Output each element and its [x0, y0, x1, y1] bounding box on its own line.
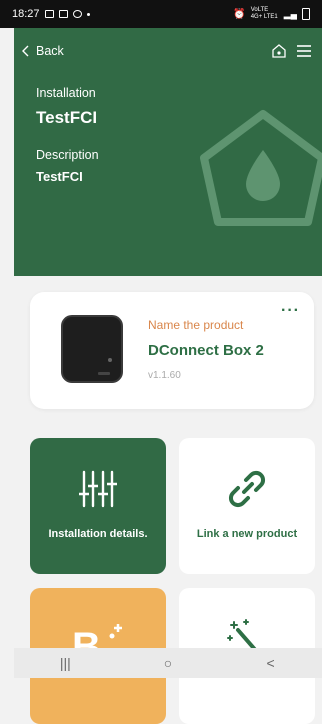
- back-nav-button[interactable]: <: [251, 655, 291, 671]
- dconnect-box-image: [61, 315, 123, 383]
- back-label: Back: [36, 44, 64, 58]
- product-version: v1.1.60: [148, 370, 181, 381]
- status-bar: 18:27 ⏰ VoLTE 4G+ LTE1 ▂▄: [0, 0, 322, 28]
- network-label: VoLTE 4G+ LTE1: [250, 7, 278, 20]
- chevron-left-icon: [22, 45, 29, 57]
- product-title: DConnect Box 2: [148, 342, 264, 359]
- back-button[interactable]: Back: [22, 44, 64, 58]
- battery-icon: [302, 8, 310, 20]
- installation-label: Installation: [36, 86, 96, 100]
- link-new-product-label: Link a new product: [196, 528, 298, 540]
- gallery-icon: [44, 10, 54, 18]
- description-label: Description: [36, 148, 99, 162]
- link-icon: [228, 470, 266, 508]
- product-name-label[interactable]: Name the product: [148, 318, 243, 332]
- link-new-product-tile[interactable]: Link a new product: [179, 438, 315, 574]
- installation-name: TestFCI: [36, 108, 98, 127]
- installation-details-tile[interactable]: Installation details.: [30, 438, 166, 574]
- sliders-icon: [79, 470, 117, 508]
- message-icon: [58, 10, 68, 18]
- description-value: TestFCI: [36, 169, 83, 184]
- status-time: 18:27: [12, 8, 40, 20]
- more-options-button[interactable]: ···: [281, 302, 300, 320]
- installation-header: Back Installation TestFCI Description Te…: [14, 28, 322, 276]
- menu-icon[interactable]: [296, 44, 312, 58]
- recents-button[interactable]: |||: [45, 655, 85, 671]
- product-card[interactable]: ··· Name the product DConnect Box 2 v1.1…: [30, 292, 314, 409]
- notification-dot-icon: [86, 12, 90, 16]
- installation-details-label: Installation details.: [48, 528, 148, 540]
- home-icon[interactable]: [272, 44, 286, 58]
- house-water-drop-icon: [200, 110, 322, 226]
- home-button[interactable]: ○: [148, 655, 188, 671]
- spotify-icon: [72, 10, 82, 18]
- alarm-icon: ⏰: [233, 8, 246, 20]
- system-nav-bar: ||| ○ <: [14, 648, 322, 678]
- signal-icon: ▂▄: [283, 8, 297, 19]
